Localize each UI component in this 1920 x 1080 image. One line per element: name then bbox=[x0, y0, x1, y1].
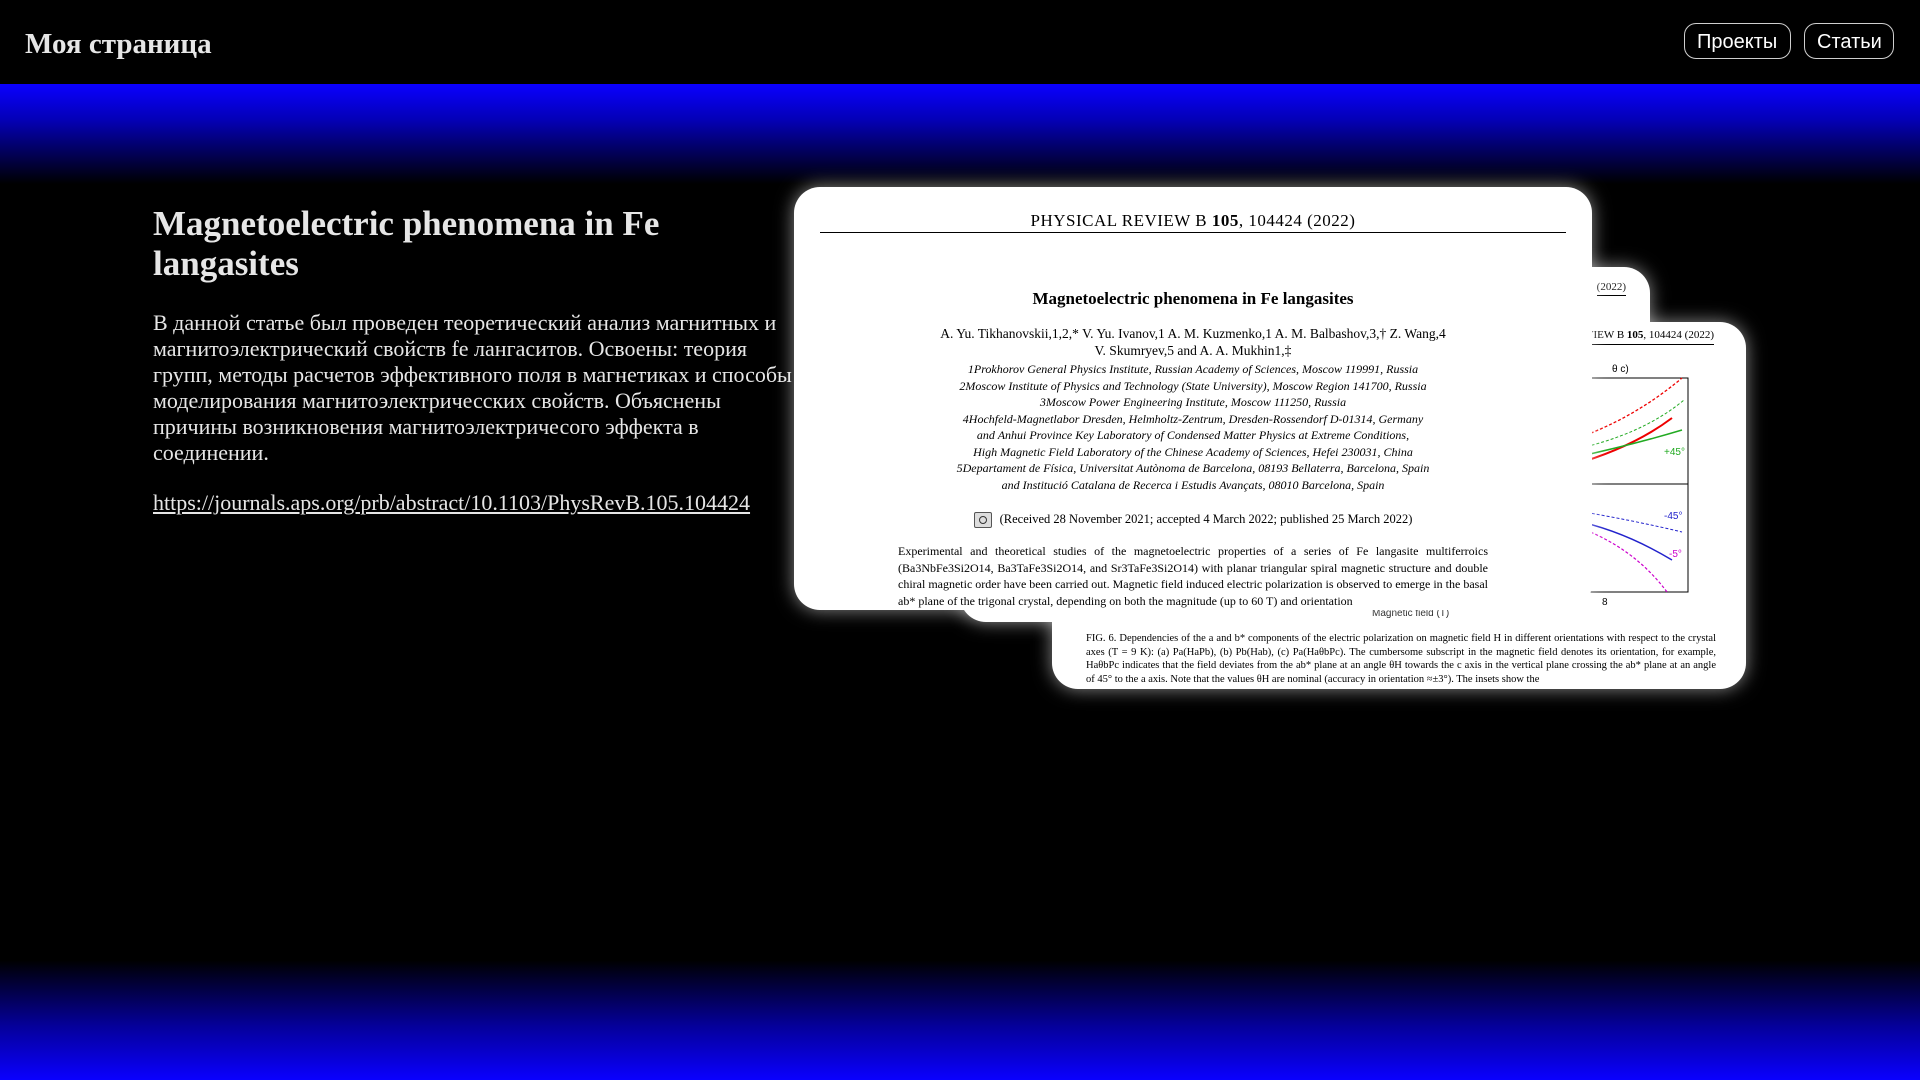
header-rule bbox=[820, 232, 1566, 233]
paper-abstract: Experimental and theoretical studies of … bbox=[898, 544, 1488, 608]
article-title: Magnetoelectric phenomena in Fe langasit… bbox=[153, 204, 660, 283]
plot-label: -45° bbox=[1664, 511, 1682, 522]
site-title[interactable]: Моя страница bbox=[25, 28, 212, 61]
paper-received-line: (Received 28 November 2021; accepted 4 M… bbox=[794, 512, 1592, 529]
paper-authors: A. Yu. Tikhanovskii,1,2,* V. Yu. Ivanov,… bbox=[940, 326, 1446, 358]
article-link[interactable]: https://journals.aps.org/prb/abstract/10… bbox=[153, 490, 750, 516]
paper-preview-card-front[interactable]: PHYSICAL REVIEW B 105, 104424 (2022) Mag… bbox=[794, 187, 1592, 610]
plot-label: +45° bbox=[1664, 447, 1685, 458]
bottom-gradient-band bbox=[0, 960, 1920, 1080]
figure-caption: FIG. 6. Dependencies of the a and b* com… bbox=[1086, 633, 1716, 685]
articles-button[interactable]: Статьи bbox=[1804, 23, 1894, 59]
plot-label: θ c) bbox=[1612, 364, 1629, 375]
paper-title: Magnetoelectric phenomena in Fe langasit… bbox=[1032, 289, 1354, 308]
projects-button[interactable]: Проекты bbox=[1684, 23, 1791, 59]
top-navigation-bar: Моя страница Проекты Статьи bbox=[0, 0, 1920, 84]
journal-header: PHYSICAL REVIEW B 105, 104424 (2022) bbox=[1030, 211, 1356, 230]
top-gradient-band bbox=[0, 84, 1920, 184]
article-description: В данной статье был проведен теоретическ… bbox=[153, 310, 792, 465]
axis-tick: 8 bbox=[1602, 597, 1608, 608]
check-for-updates-icon bbox=[973, 512, 992, 529]
plot-label: -5° bbox=[1669, 549, 1682, 560]
paper-affiliations: 1Prokhorov General Physics Institute, Ru… bbox=[956, 362, 1430, 492]
paper-header: (2022) bbox=[1596, 281, 1626, 296]
